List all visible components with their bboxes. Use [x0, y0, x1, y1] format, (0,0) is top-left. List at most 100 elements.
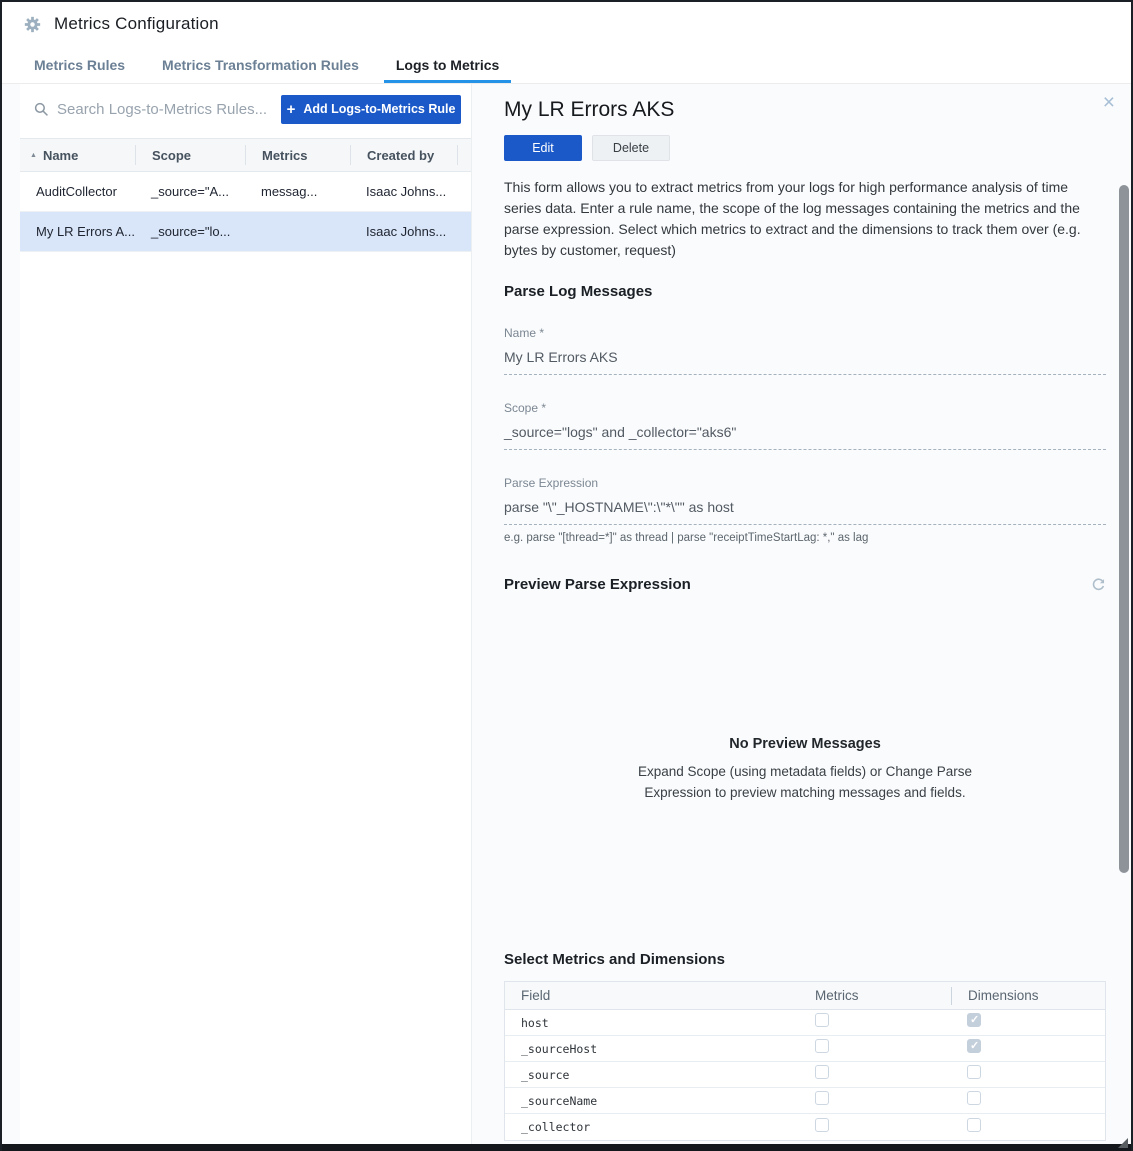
- field-row: _sourceHost: [505, 1036, 1105, 1062]
- dimensions-checkbox-cell: [951, 1039, 1105, 1058]
- column-header-stub: [457, 145, 471, 165]
- metrics-checkbox-cell: [801, 1039, 951, 1058]
- rule-createdby-cell: Isaac Johns...: [350, 184, 457, 199]
- rule-metrics-cell: messag...: [245, 184, 350, 199]
- tab-metrics-rules[interactable]: Metrics Rules: [34, 46, 125, 83]
- column-header-createdby[interactable]: Created by: [350, 145, 457, 165]
- column-header-dimensions: Dimensions: [951, 987, 1105, 1005]
- column-header-metrics-checkbox: Metrics: [801, 988, 951, 1003]
- dimensions-checkbox[interactable]: [967, 1091, 981, 1105]
- rules-table-body: AuditCollector_source="A...messag...Isaa…: [20, 172, 471, 252]
- parse-expression-hint: e.g. parse "[thread=*]" as thread | pars…: [504, 532, 1106, 544]
- fields-table-header: Field Metrics Dimensions: [505, 982, 1105, 1010]
- refresh-icon[interactable]: [1091, 577, 1106, 592]
- no-preview-messages-block: No Preview Messages Expand Scope (using …: [504, 593, 1106, 945]
- column-header-name[interactable]: ▲ Name: [20, 145, 135, 165]
- preview-parse-expression-heading: Preview Parse Expression: [504, 576, 691, 593]
- name-field-group: Name * My LR Errors AKS: [504, 326, 1106, 375]
- dimensions-checkbox-cell: [951, 1065, 1105, 1084]
- parse-expression-value[interactable]: parse "\"_HOSTNAME\":\"*\"" as host: [504, 499, 1106, 525]
- rule-detail-panel: × My LR Errors AKS Edit Delete This form…: [472, 84, 1131, 1144]
- parse-expression-label: Parse Expression: [504, 476, 1106, 490]
- rule-detail-title: My LR Errors AKS: [504, 98, 1104, 122]
- no-preview-title: No Preview Messages: [729, 736, 881, 752]
- search-row: + Add Logs-to-Metrics Rule: [20, 84, 471, 130]
- parse-expression-field-group: Parse Expression parse "\"_HOSTNAME\":\"…: [504, 476, 1106, 544]
- page-title: Metrics Configuration: [54, 14, 219, 34]
- field-name-cell: host: [505, 1016, 801, 1030]
- column-header-metrics[interactable]: Metrics: [245, 145, 350, 165]
- field-name-cell: _collector: [505, 1120, 801, 1134]
- dimensions-checkbox[interactable]: [967, 1118, 981, 1132]
- metrics-checkbox-cell: [801, 1118, 951, 1137]
- tab-logs-to-metrics[interactable]: Logs to Metrics: [396, 46, 499, 83]
- metrics-checkbox-cell: [801, 1065, 951, 1084]
- rule-scope-cell: _source="A...: [135, 184, 245, 199]
- no-preview-line1: Expand Scope (using metadata fields) or …: [638, 761, 972, 782]
- rules-list-panel: + Add Logs-to-Metrics Rule ▲ Name Scope …: [20, 84, 472, 1144]
- content-area: + Add Logs-to-Metrics Rule ▲ Name Scope …: [2, 84, 1131, 1144]
- dimensions-checkbox-cell: [951, 1091, 1105, 1110]
- delete-button[interactable]: Delete: [592, 135, 670, 161]
- metrics-checkbox-cell: [801, 1091, 951, 1110]
- tab-metrics-transformation-rules[interactable]: Metrics Transformation Rules: [162, 46, 359, 83]
- name-field-label: Name *: [504, 326, 1106, 340]
- fields-table: Field Metrics Dimensions host _sourceHost…: [504, 981, 1106, 1141]
- scope-field-value[interactable]: _source="logs" and _collector="aks6": [504, 424, 1106, 450]
- scope-field-label: Scope *: [504, 401, 1106, 415]
- vertical-scrollbar-thumb[interactable]: [1119, 185, 1129, 873]
- app-header: Metrics Configuration: [2, 2, 1131, 46]
- dimensions-checkbox[interactable]: [967, 1065, 981, 1079]
- rules-table-header: ▲ Name Scope Metrics Created by: [20, 138, 471, 172]
- field-row: host: [505, 1010, 1105, 1036]
- window-bottom-edge: [2, 1144, 1131, 1151]
- app-window: Metrics Configuration Metrics Rules Metr…: [0, 0, 1133, 1151]
- field-row: _sourceName: [505, 1088, 1105, 1114]
- name-field-value[interactable]: My LR Errors AKS: [504, 349, 1106, 375]
- add-rule-button-label: Add Logs-to-Metrics Rule: [303, 102, 455, 116]
- table-row[interactable]: My LR Errors A..._source="lo... Isaac Joh…: [20, 212, 471, 252]
- parse-log-messages-heading: Parse Log Messages: [504, 283, 1104, 300]
- field-name-cell: _sourceName: [505, 1094, 801, 1108]
- add-rule-button[interactable]: + Add Logs-to-Metrics Rule: [281, 95, 461, 124]
- select-metrics-heading: Select Metrics and Dimensions: [504, 951, 1104, 968]
- metrics-checkbox[interactable]: [815, 1091, 829, 1105]
- search-icon: [34, 102, 49, 117]
- rule-createdby-cell: Isaac Johns...: [350, 224, 457, 239]
- scroll-corner-grip: [1118, 1138, 1128, 1148]
- metrics-checkbox-cell: [801, 1013, 951, 1032]
- dimensions-checkbox[interactable]: [967, 1039, 981, 1053]
- field-name-cell: _source: [505, 1068, 801, 1082]
- close-icon[interactable]: ×: [1103, 92, 1115, 113]
- gear-icon: [24, 16, 41, 33]
- rule-name-cell: My LR Errors A...: [20, 224, 135, 239]
- form-description: This form allows you to extract metrics …: [504, 177, 1106, 261]
- dimensions-checkbox-cell: [951, 1118, 1105, 1137]
- field-row: _source: [505, 1062, 1105, 1088]
- metrics-checkbox[interactable]: [815, 1013, 829, 1027]
- field-name-cell: _sourceHost: [505, 1042, 801, 1056]
- column-header-scope[interactable]: Scope: [135, 145, 245, 165]
- no-preview-line2: Expression to preview matching messages …: [638, 782, 972, 803]
- metrics-checkbox[interactable]: [815, 1065, 829, 1079]
- dimensions-checkbox[interactable]: [967, 1013, 981, 1027]
- metrics-checkbox[interactable]: [815, 1118, 829, 1132]
- search-input[interactable]: [57, 101, 281, 118]
- sort-ascending-icon: ▲: [30, 152, 37, 159]
- plus-icon: +: [287, 102, 296, 117]
- table-row[interactable]: AuditCollector_source="A...messag...Isaa…: [20, 172, 471, 212]
- tab-bar: Metrics Rules Metrics Transformation Rul…: [2, 46, 1131, 84]
- edit-button[interactable]: Edit: [504, 135, 582, 161]
- dimensions-checkbox-cell: [951, 1013, 1105, 1032]
- no-preview-text: Expand Scope (using metadata fields) or …: [638, 761, 972, 803]
- column-header-field: Field: [505, 988, 801, 1003]
- metrics-checkbox[interactable]: [815, 1039, 829, 1053]
- rule-scope-cell: _source="lo...: [135, 224, 245, 239]
- rules-table: ▲ Name Scope Metrics Created by AuditCol…: [20, 138, 471, 252]
- scope-field-group: Scope * _source="logs" and _collector="a…: [504, 401, 1106, 450]
- preview-parse-expression-header: Preview Parse Expression: [504, 576, 1106, 593]
- action-row: Edit Delete: [504, 135, 1104, 161]
- fields-table-body: host _sourceHost _source _sourceName _collec…: [505, 1010, 1105, 1140]
- field-row: _collector: [505, 1114, 1105, 1140]
- rule-name-cell: AuditCollector: [20, 184, 135, 199]
